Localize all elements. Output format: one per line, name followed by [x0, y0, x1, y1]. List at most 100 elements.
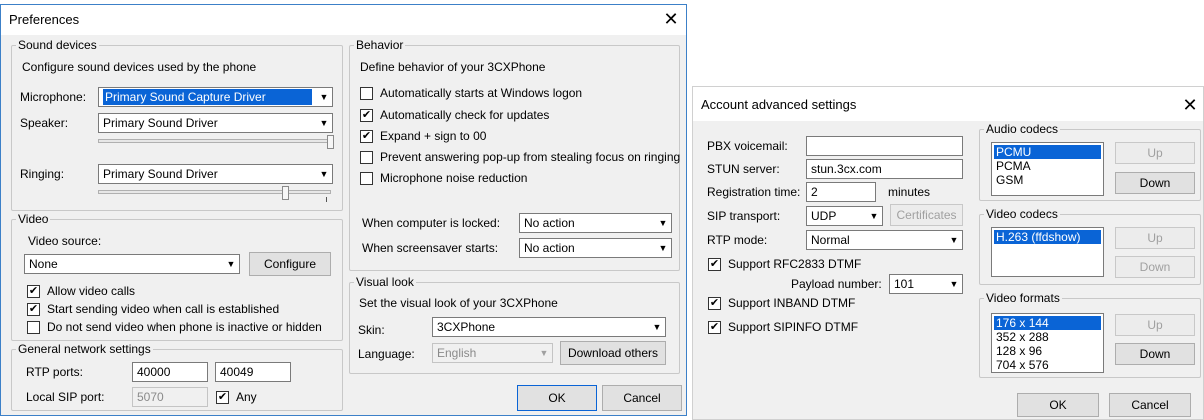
audio-down-button[interactable]: Down [1115, 172, 1195, 194]
list-item[interactable]: PCMU [994, 145, 1101, 159]
ringing-label: Ringing: [20, 167, 65, 181]
video-codecs-list[interactable]: H.263 (ffdshow) [991, 227, 1104, 277]
local-sip-port-input[interactable]: 5070 [132, 387, 208, 407]
payload-number-select[interactable]: 101 ▼ [889, 274, 963, 294]
list-item[interactable]: 704 x 576 [994, 358, 1101, 372]
audio-codecs-legend: Audio codecs [986, 122, 1059, 136]
check-icon[interactable]: ✔ [360, 108, 373, 122]
video-format-up-button[interactable]: Up [1115, 314, 1195, 336]
prevent-focus-checkbox[interactable]: Prevent answering pop-up from stealing f… [360, 149, 680, 165]
sound-devices-description: Configure sound devices used by the phon… [22, 60, 257, 74]
list-item[interactable]: H.263 (ffdshow) [994, 230, 1101, 244]
list-item[interactable]: PCMA [994, 159, 1101, 173]
allow-video-calls-checkbox[interactable]: ✔ Allow video calls [27, 283, 135, 299]
stun-server-input[interactable]: stun.3cx.com [806, 159, 963, 179]
video-format-down-button[interactable]: Down [1115, 343, 1195, 365]
ringing-volume-thumb[interactable] [282, 186, 289, 200]
ok-button[interactable]: OK [1017, 393, 1099, 417]
check-icon[interactable]: ✔ [708, 296, 721, 310]
rtp-port-to-input[interactable]: 40049 [215, 362, 291, 382]
language-select[interactable]: English ▼ [432, 343, 553, 363]
stun-server-label: STUN server: [707, 162, 780, 176]
screensaver-select[interactable]: No action ▼ [519, 238, 672, 258]
chevron-down-icon[interactable]: ▼ [866, 207, 882, 225]
noise-reduction-checkbox[interactable]: Microphone noise reduction [360, 170, 527, 186]
any-port-checkbox[interactable]: ✔ Any [216, 389, 257, 405]
chevron-down-icon[interactable]: ▼ [316, 88, 332, 106]
check-icon[interactable]: ✔ [216, 390, 229, 404]
check-icon[interactable]: ✔ [27, 284, 40, 298]
list-item[interactable]: GSM [994, 173, 1101, 187]
rtp-port-from-input[interactable]: 40000 [132, 362, 208, 382]
video-formats-list[interactable]: 176 x 144 352 x 288 128 x 96 704 x 576 [991, 313, 1104, 373]
start-sending-video-label: Start sending video when call is establi… [47, 302, 280, 316]
configure-button[interactable]: Configure [249, 252, 331, 276]
start-sending-video-checkbox[interactable]: ✔ Start sending video when call is estab… [27, 301, 279, 317]
chevron-down-icon[interactable]: ▼ [649, 318, 665, 336]
preferences-window: Preferences ✕ Sound devices Configure so… [0, 4, 687, 416]
do-not-send-video-checkbox[interactable]: Do not send video when phone is inactive… [27, 319, 322, 335]
checkbox-empty-icon[interactable] [27, 320, 40, 334]
video-source-select[interactable]: None ▼ [24, 254, 240, 274]
video-codec-down-button[interactable]: Down [1115, 256, 1195, 278]
advanced-titlebar: Account advanced settings [693, 87, 1203, 121]
registration-time-unit: minutes [888, 185, 931, 199]
payload-number-value: 101 [894, 277, 915, 291]
cancel-button[interactable]: Cancel [602, 385, 682, 411]
certificates-button[interactable]: Certificates [890, 204, 963, 226]
close-icon[interactable]: ✕ [654, 5, 688, 35]
close-icon[interactable]: ✕ [1173, 91, 1204, 121]
video-codec-up-button[interactable]: Up [1115, 227, 1195, 249]
pbx-voicemail-label: PBX voicemail: [707, 139, 788, 153]
speaker-volume-thumb[interactable] [327, 135, 334, 149]
chevron-down-icon[interactable]: ▼ [316, 165, 332, 183]
rtp-mode-select[interactable]: Normal ▼ [806, 230, 963, 250]
chevron-down-icon[interactable]: ▼ [946, 231, 962, 249]
registration-time-input[interactable]: 2 [806, 182, 876, 202]
chevron-down-icon[interactable]: ▼ [316, 114, 332, 132]
audio-up-button[interactable]: Up [1115, 142, 1195, 164]
check-icon[interactable]: ✔ [27, 302, 40, 316]
chevron-down-icon[interactable]: ▼ [655, 239, 671, 257]
download-others-button[interactable]: Download others [560, 341, 666, 365]
microphone-select[interactable]: Primary Sound Capture Driver ▼ [98, 87, 333, 107]
list-item[interactable]: 128 x 96 [994, 344, 1101, 358]
ringing-volume-slider[interactable] [98, 190, 331, 194]
auto-start-checkbox[interactable]: Automatically starts at Windows logon [360, 85, 582, 101]
chevron-down-icon[interactable]: ▼ [655, 214, 671, 232]
rfc2833-checkbox[interactable]: ✔ Support RFC2833 DTMF [708, 256, 861, 272]
inband-dtmf-checkbox[interactable]: ✔ Support INBAND DTMF [708, 295, 855, 311]
checkbox-empty-icon[interactable] [360, 150, 373, 164]
sipinfo-dtmf-checkbox[interactable]: ✔ Support SIPINFO DTMF [708, 319, 858, 335]
audio-codecs-list[interactable]: PCMU PCMA GSM [991, 142, 1104, 196]
ringing-value: Primary Sound Driver [103, 167, 218, 181]
check-icon[interactable]: ✔ [708, 257, 721, 271]
speaker-select[interactable]: Primary Sound Driver ▼ [98, 113, 333, 133]
list-item[interactable]: 176 x 144 [994, 316, 1101, 330]
skin-label: Skin: [358, 323, 385, 337]
skin-select[interactable]: 3CXPhone ▼ [432, 317, 666, 337]
chevron-down-icon[interactable]: ▼ [946, 275, 962, 293]
language-value: English [437, 346, 477, 360]
pbx-voicemail-input[interactable] [806, 136, 963, 156]
video-legend: Video [18, 212, 49, 226]
auto-update-checkbox[interactable]: ✔ Automatically check for updates [360, 107, 549, 123]
cancel-button[interactable]: Cancel [1109, 393, 1191, 417]
sip-transport-select[interactable]: UDP ▼ [806, 206, 883, 226]
sipinfo-dtmf-label: Support SIPINFO DTMF [728, 320, 859, 334]
ringing-select[interactable]: Primary Sound Driver ▼ [98, 164, 333, 184]
list-item[interactable]: 352 x 288 [994, 330, 1101, 344]
expand-plus-checkbox[interactable]: ✔ Expand + sign to 00 [360, 128, 486, 144]
chevron-down-icon[interactable]: ▼ [536, 344, 552, 362]
ok-button[interactable]: OK [517, 385, 597, 411]
check-icon[interactable]: ✔ [708, 320, 721, 334]
speaker-volume-slider[interactable] [98, 139, 331, 143]
locked-select[interactable]: No action ▼ [519, 213, 672, 233]
rtp-mode-value: Normal [811, 233, 850, 247]
checkbox-empty-icon[interactable] [360, 171, 373, 185]
visual-look-legend: Visual look [356, 275, 414, 289]
video-source-value: None [29, 257, 58, 271]
check-icon[interactable]: ✔ [360, 129, 373, 143]
chevron-down-icon[interactable]: ▼ [223, 255, 239, 273]
checkbox-empty-icon[interactable] [360, 86, 373, 100]
